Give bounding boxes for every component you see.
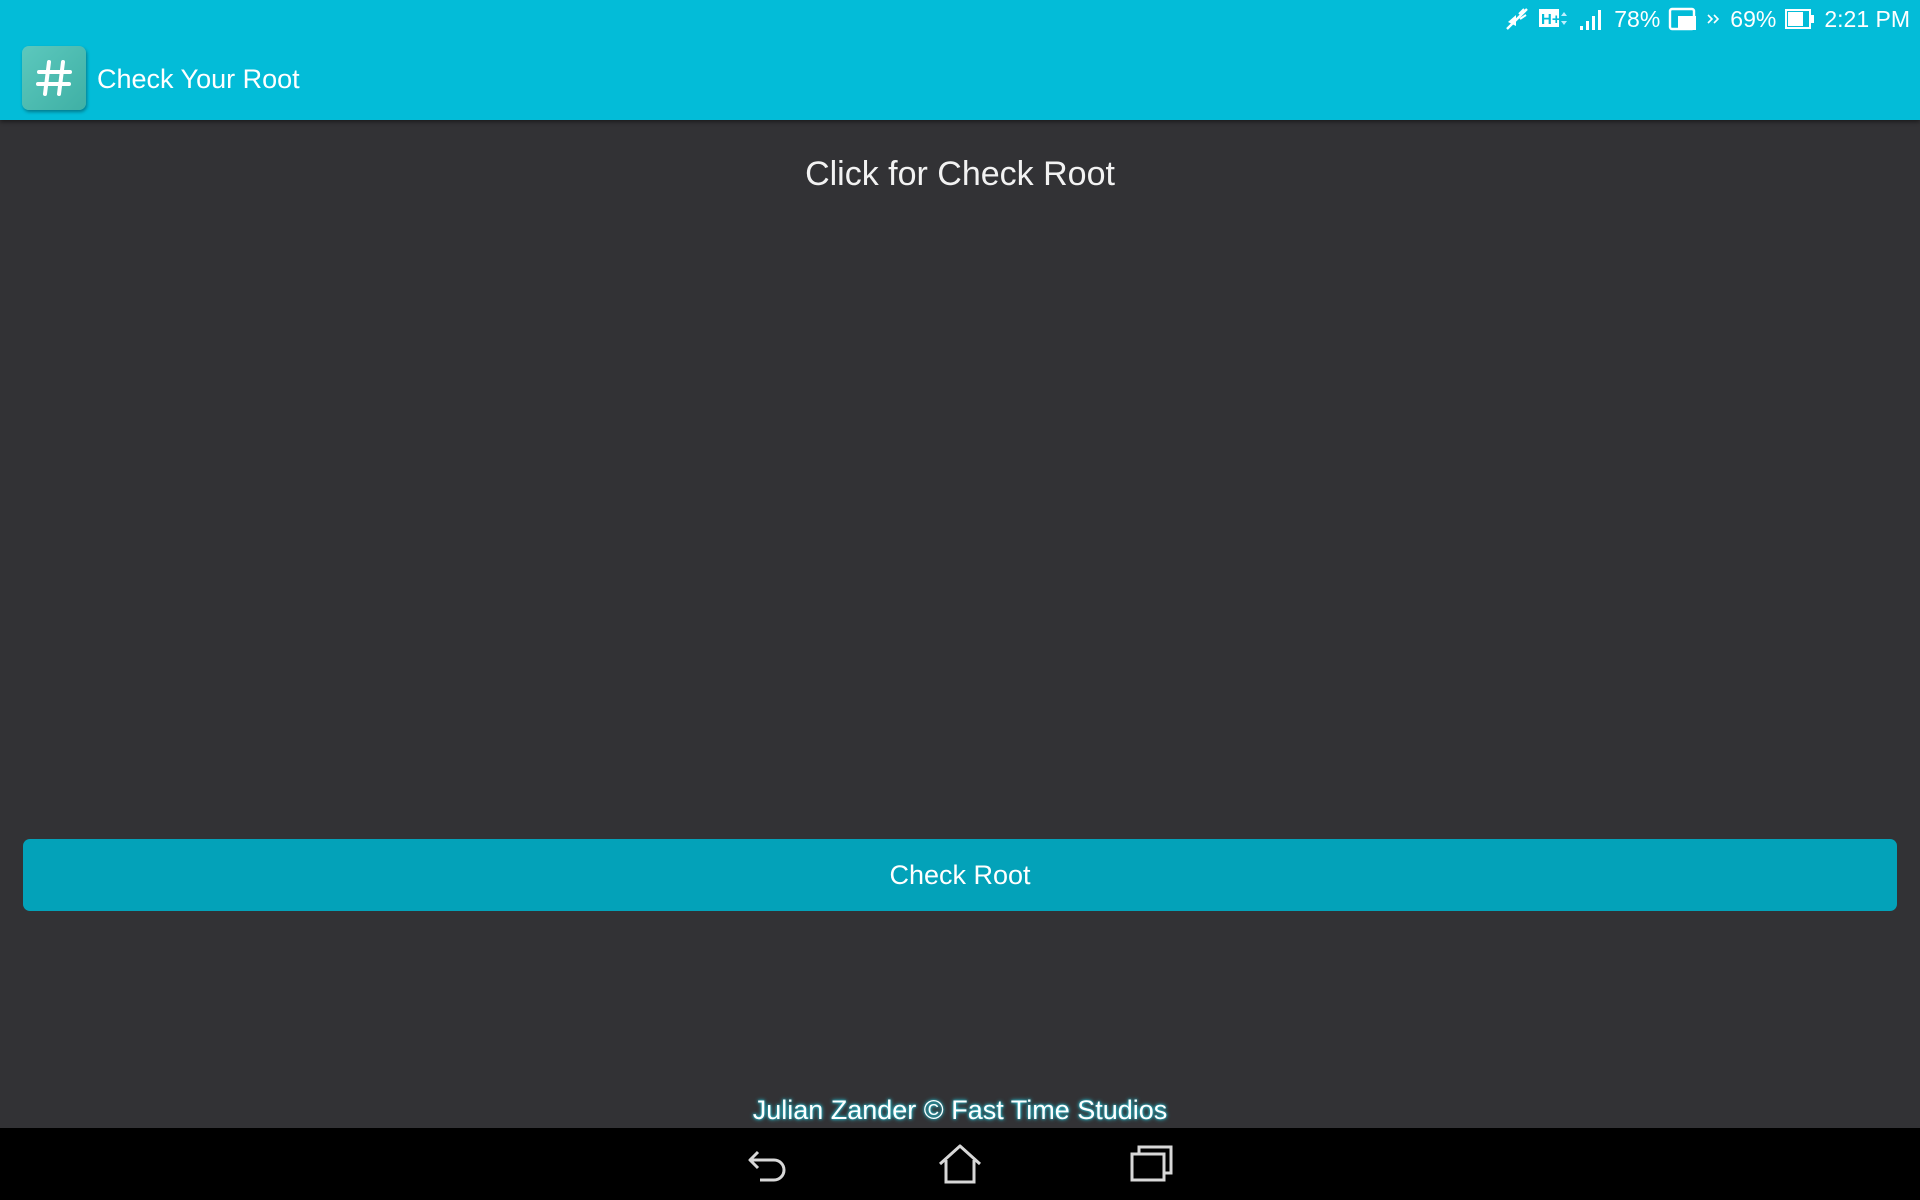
top-app-bar: H+ 78% 69% 2:21 PM Check Your Root — [0, 0, 1920, 120]
screen: H+ 78% 69% 2:21 PM Check Your Root Click… — [0, 0, 1920, 1200]
app-title: Check Your Root — [97, 64, 300, 94]
recent-apps-icon — [1130, 1145, 1173, 1182]
instruction-text: Click for Check Root — [805, 155, 1115, 193]
signal-percent: 78% — [1614, 5, 1661, 32]
more-arrows-icon — [1706, 6, 1722, 32]
status-bar: H+ 78% 69% 2:21 PM — [1504, 0, 1910, 38]
screen-cast-icon — [1668, 6, 1698, 32]
mute-icon — [1504, 6, 1530, 32]
svg-text:H+: H+ — [1541, 11, 1561, 28]
home-icon — [938, 1144, 982, 1184]
battery-icon — [1784, 6, 1816, 32]
hplus-network-icon: H+ — [1538, 6, 1570, 32]
navigation-bar — [0, 1128, 1920, 1200]
clock: 2:21 PM — [1824, 5, 1910, 32]
signal-icon — [1578, 6, 1606, 32]
home-button[interactable] — [925, 1138, 995, 1190]
check-root-button[interactable]: Check Root — [23, 839, 1897, 911]
footer-credit: Julian Zander © Fast Time Studios — [752, 1095, 1168, 1125]
back-icon — [748, 1150, 786, 1182]
back-button[interactable] — [733, 1138, 803, 1190]
battery-percent: 69% — [1730, 5, 1777, 32]
hashtag-app-icon[interactable] — [22, 46, 86, 110]
recent-apps-button[interactable] — [1117, 1138, 1187, 1190]
